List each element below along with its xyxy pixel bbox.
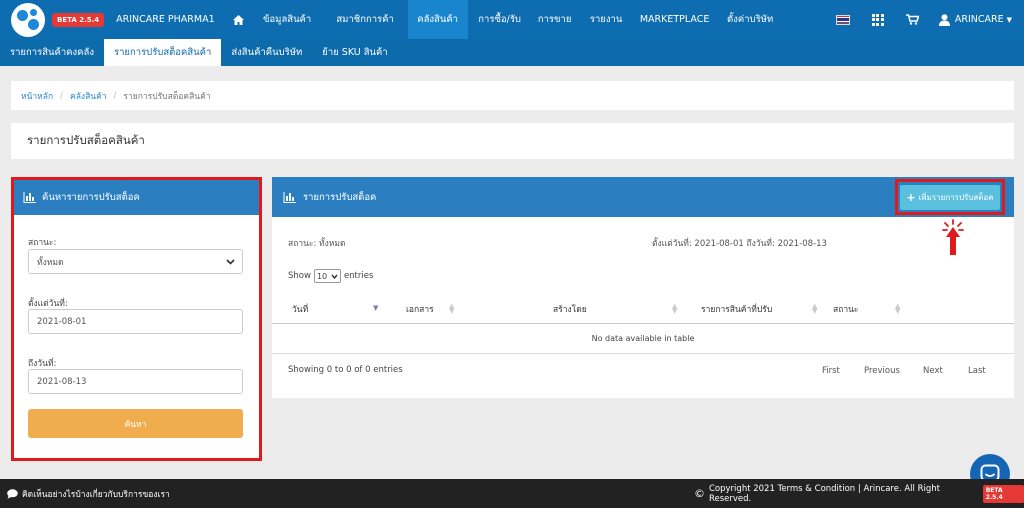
status-select[interactable]: ทั้งหมด	[28, 249, 243, 274]
chevron-down-icon	[331, 274, 338, 280]
pager-next[interactable]: Next	[923, 366, 943, 376]
filter-status-text: สถานะ: ทั้งหมด	[288, 239, 346, 249]
from-date-input[interactable]: 2021-08-01	[28, 309, 243, 334]
search-panel-header: ค้นหารายการปรับสต็อค	[14, 180, 259, 215]
menu-sales[interactable]: การขาย	[532, 0, 578, 39]
breadcrumb-current: รายการปรับสต็อคสินค้า	[123, 91, 211, 102]
sort-icon[interactable]: ▲ ▼	[812, 303, 817, 315]
cart-icon[interactable]	[905, 14, 919, 25]
from-date-label: ตั้งแต่วันที่:	[28, 299, 68, 309]
home-menu-item[interactable]	[225, 0, 252, 39]
menu-purchase[interactable]: การซื้อ/รับ	[468, 0, 532, 39]
sort-desc-icon[interactable]: ▼	[373, 305, 378, 312]
menu-inventory[interactable]: คลังสินค้า	[407, 0, 468, 39]
status-label: สถานะ:	[28, 238, 57, 248]
to-date-label: ถึงวันที่:	[28, 359, 57, 369]
user-icon[interactable]	[938, 13, 950, 26]
page-header: รายการปรับสต็อคสินค้า	[11, 123, 1014, 159]
apps-grid-icon[interactable]	[871, 13, 884, 26]
footer-beta-badge: BETA 2.5.4	[982, 484, 1024, 503]
table-info: Showing 0 to 0 of 0 entries	[288, 365, 403, 375]
feedback-link[interactable]: คิดเห็นอย่างไรบ้างเกี่ยวกับบริการของเรา	[7, 487, 170, 501]
table-header: วันที่ ▼ เอกสาร ▲ ▼ สร้างโดย ▲ ▼ รายการสิน…	[272, 294, 1014, 324]
breadcrumb: หน้าหลัก / คลังสินค้า / รายการปรับสต็อคส…	[11, 81, 1014, 110]
entries-select-value: 10	[316, 271, 328, 281]
pager-first[interactable]: First	[822, 366, 840, 376]
subnav-move-sku[interactable]: ย้าย SKU สินค้า	[312, 39, 397, 66]
search-panel-title: ค้นหารายการปรับสต็อค	[42, 192, 140, 203]
menu-trade-members[interactable]: สมาชิกการค้า	[323, 0, 408, 39]
arincare-logo[interactable]	[11, 2, 45, 37]
subnav-inventory-list[interactable]: รายการสินค้าคงคลัง	[0, 39, 104, 66]
pager-previous[interactable]: Previous	[864, 366, 900, 376]
sub-navbar: รายการสินค้าคงคลัง รายการปรับสต็อคสินค้า…	[0, 39, 1024, 66]
entries-select[interactable]: 10	[313, 269, 341, 283]
subnav-return-to-company[interactable]: ส่งสินค้าคืนบริษัท	[221, 39, 312, 66]
breadcrumb-inventory[interactable]: คลังสินค้า	[70, 89, 107, 103]
filter-date-text: ตั้งแต่วันที่: 2021-08-01 ถึงวันที่: 202…	[652, 239, 827, 249]
add-button-label: เพิ่มรายการปรับสต็อค	[918, 192, 994, 202]
menu-marketplace[interactable]: MARKETPLACE	[635, 0, 715, 39]
copyright: © Copyright 2021 Terms & Condition | Ari…	[694, 484, 1024, 504]
beta-badge: BETA 2.5.4	[52, 12, 105, 27]
user-dropdown-icon[interactable]: ▼	[1007, 16, 1012, 24]
show-suffix: entries	[343, 271, 374, 281]
search-panel: ค้นหารายการปรับสต็อค สถานะ: ทั้งหมด ตั้ง…	[11, 177, 262, 461]
bar-chart-icon	[283, 191, 296, 203]
comment-icon	[7, 488, 18, 499]
user-name[interactable]: ARINCARE	[955, 14, 1004, 25]
feedback-text: คิดเห็นอย่างไรบ้างเกี่ยวกับบริการของเรา	[22, 489, 170, 500]
from-date-value: 2021-08-01	[37, 316, 87, 327]
status-select-value: ทั้งหมด	[37, 257, 64, 268]
list-panel-title: รายการปรับสต็อค	[303, 191, 377, 203]
home-icon	[232, 14, 244, 25]
chevron-down-icon	[226, 259, 235, 265]
thai-flag-icon[interactable]	[835, 14, 850, 25]
to-date-input[interactable]: 2021-08-13	[28, 369, 243, 394]
adjustment-list-panel: รายการปรับสต็อค + เพิ่มรายการปรับสต็อค ส…	[272, 177, 1014, 398]
breadcrumb-separator: /	[60, 90, 64, 101]
add-button-highlight: + เพิ่มรายการปรับสต็อค	[895, 179, 1005, 215]
column-date[interactable]: วันที่	[292, 294, 308, 324]
plus-icon: +	[906, 190, 916, 204]
search-button[interactable]: ค้นหา	[28, 409, 243, 438]
bar-chart-icon	[23, 192, 36, 203]
main-menu: ข้อมูลสินค้า สมาชิกการค้า คลังสินค้า การ…	[225, 0, 786, 39]
page-title: รายการปรับสต็อคสินค้า	[27, 133, 145, 147]
copyright-icon: ©	[694, 487, 705, 500]
subnav-stock-adjustment[interactable]: รายการปรับสต็อคสินค้า	[103, 39, 222, 66]
sort-icon[interactable]: ▲ ▼	[672, 303, 677, 315]
menu-company-settings[interactable]: ตั้งค่าบริษัท	[715, 0, 786, 39]
add-stock-adjustment-button[interactable]: + เพิ่มรายการปรับสต็อค	[900, 184, 1000, 210]
click-pointer-icon	[942, 219, 964, 255]
menu-reports[interactable]: รายงาน	[578, 0, 635, 39]
entries-length: Show 10 entries	[288, 269, 373, 283]
column-created-by[interactable]: สร้างโดย	[553, 294, 587, 324]
sort-icon[interactable]: ▲ ▼	[895, 303, 900, 315]
brand-name[interactable]: ARINCARE PHARMA1	[116, 14, 214, 25]
column-document[interactable]: เอกสาร	[406, 294, 434, 324]
nav-right: ARINCARE ▼	[835, 0, 1024, 39]
breadcrumb-home[interactable]: หน้าหลัก	[21, 89, 53, 103]
footer: คิดเห็นอย่างไรบ้างเกี่ยวกับบริการของเรา …	[0, 479, 1024, 508]
list-panel-header: รายการปรับสต็อค + เพิ่มรายการปรับสต็อค	[272, 177, 1014, 217]
column-status[interactable]: สถานะ	[833, 294, 858, 324]
menu-product-info[interactable]: ข้อมูลสินค้า	[252, 0, 323, 39]
show-prefix: Show	[288, 271, 311, 281]
top-navbar: BETA 2.5.4 ARINCARE PHARMA1 ข้อมูลสินค้า…	[0, 0, 1024, 39]
sort-icon[interactable]: ▲ ▼	[449, 303, 454, 315]
pager-last[interactable]: Last	[968, 366, 986, 376]
copyright-text: Copyright 2021 Terms & Condition | Arinc…	[709, 483, 940, 504]
to-date-value: 2021-08-13	[37, 376, 87, 387]
breadcrumb-separator: /	[113, 90, 117, 101]
empty-table-row: No data available in table	[272, 324, 1014, 354]
column-adjusted-items[interactable]: รายการสินค้าที่ปรับ	[701, 294, 772, 324]
